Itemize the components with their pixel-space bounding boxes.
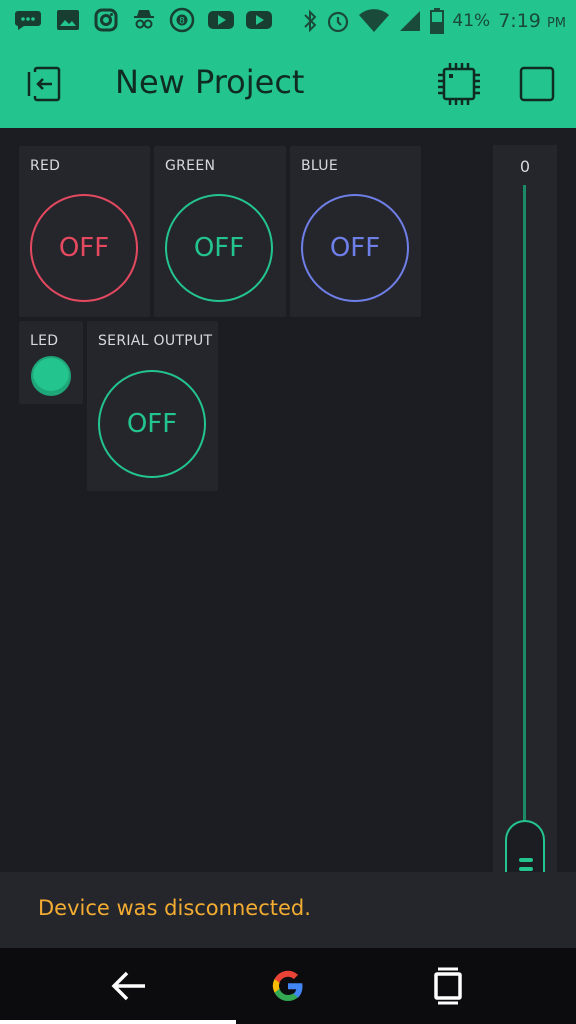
slider-value: 0 xyxy=(519,157,531,176)
vertical-slider-widget: 0 xyxy=(493,145,557,880)
stop-square-icon xyxy=(519,66,555,102)
wifi-icon xyxy=(359,9,390,33)
nav-recents-button[interactable] xyxy=(424,962,472,1010)
serial-output-widget: SERIAL OUTPUT OFF xyxy=(87,321,218,491)
pool-8ball-icon: 8 xyxy=(168,6,196,34)
status-right: 41% 7:19 PM xyxy=(302,0,566,42)
led-widget-label: LED xyxy=(30,333,59,349)
red-widget-label: RED xyxy=(30,158,61,174)
chip-icon xyxy=(438,63,480,105)
slider-track[interactable] xyxy=(523,185,526,865)
clock-time: 7:19 xyxy=(498,10,541,32)
incognito-icon xyxy=(130,6,158,34)
messages-icon xyxy=(14,6,42,34)
slider-grip xyxy=(519,867,533,871)
blue-widget-label: BLUE xyxy=(301,158,338,174)
back-arrow-icon xyxy=(111,971,145,1001)
green-button-widget: GREEN OFF xyxy=(154,146,286,317)
gallery-icon xyxy=(54,6,82,34)
exit-project-icon xyxy=(27,66,61,102)
page-title: New Project xyxy=(115,63,305,101)
nav-back-button[interactable] xyxy=(105,962,153,1010)
slider-handle[interactable] xyxy=(505,820,545,880)
youtube-icon xyxy=(207,6,235,34)
recents-icon xyxy=(434,967,462,1005)
clock-ampm: PM xyxy=(546,16,566,31)
screen: 8 41% 7:19 PM New Project RED OFF GREEN … xyxy=(0,0,576,1024)
nav-bar xyxy=(0,948,576,1024)
nav-home-button[interactable] xyxy=(264,962,312,1010)
toast-message: Device was disconnected. xyxy=(38,896,311,920)
svg-text:8: 8 xyxy=(179,17,185,27)
led-widget: LED xyxy=(19,321,83,404)
led-indicator xyxy=(31,356,71,396)
toast: Device was disconnected. xyxy=(0,872,576,948)
battery-percent: 41% xyxy=(452,11,491,31)
serial-toggle-button[interactable]: OFF xyxy=(98,370,206,478)
green-toggle-button[interactable]: OFF xyxy=(165,194,273,302)
instagram-icon xyxy=(92,6,120,34)
alarm-icon xyxy=(328,11,349,33)
battery-icon xyxy=(430,8,445,34)
status-bar: 8 41% 7:19 PM xyxy=(0,0,576,42)
green-widget-label: GREEN xyxy=(165,158,216,174)
slider-grip xyxy=(519,858,533,862)
red-button-widget: RED OFF xyxy=(19,146,150,317)
device-button[interactable] xyxy=(436,61,482,107)
clock: 7:19 PM xyxy=(498,10,566,32)
blue-toggle-button[interactable]: OFF xyxy=(301,194,409,302)
bluetooth-icon xyxy=(304,9,317,33)
red-toggle-button[interactable]: OFF xyxy=(30,194,138,302)
app-bar: New Project xyxy=(0,42,576,128)
blue-button-widget: BLUE OFF xyxy=(290,146,421,317)
nav-indicator xyxy=(0,1020,236,1024)
google-g-icon xyxy=(272,970,303,1001)
play-stop-button[interactable] xyxy=(514,61,560,107)
youtube-icon xyxy=(245,6,273,34)
serial-widget-label: SERIAL OUTPUT xyxy=(98,333,213,349)
signal-icon xyxy=(400,11,421,31)
exit-project-button[interactable] xyxy=(22,61,68,107)
